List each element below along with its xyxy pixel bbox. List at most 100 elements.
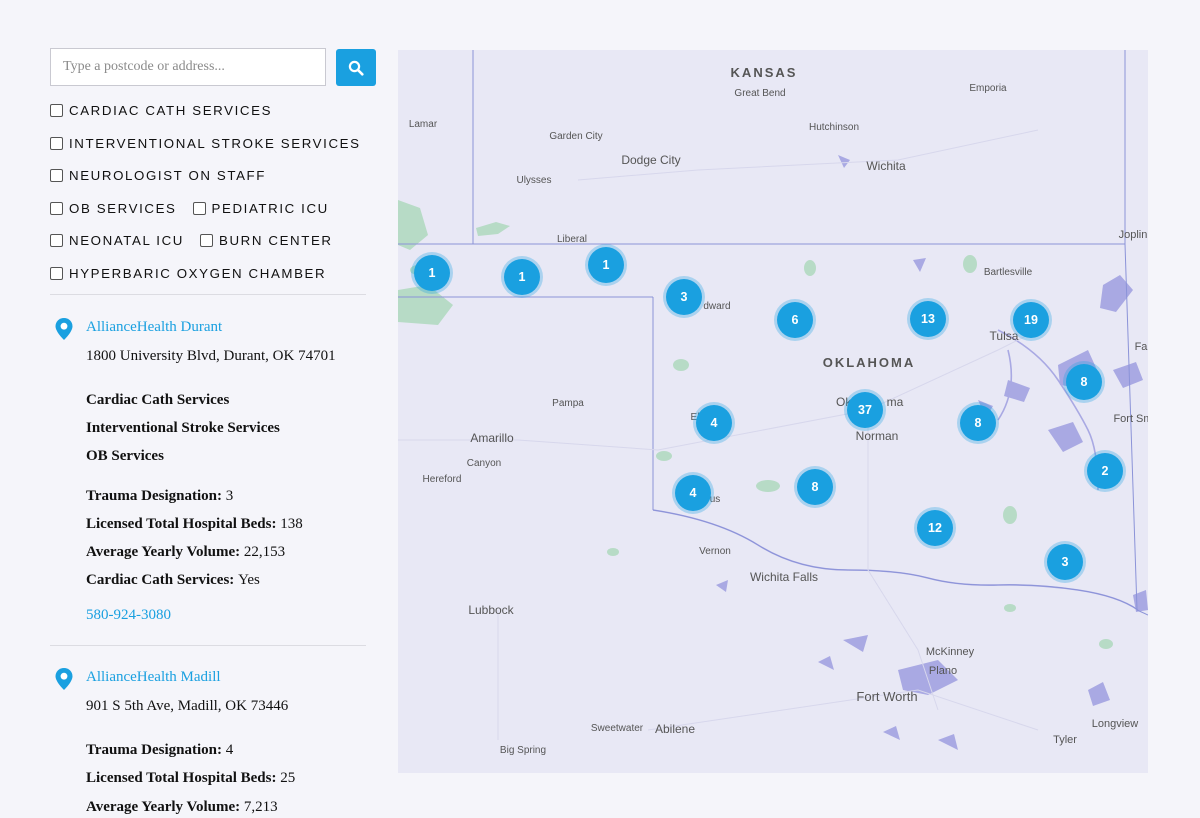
filter-checkbox-interventional-stroke[interactable]: Interventional Stroke Services (50, 136, 361, 151)
cluster-count: 2 (1087, 453, 1123, 489)
filter-checkbox-hyperbaric[interactable]: Hyperbaric Oxygen Chamber (50, 266, 326, 281)
location-pin-icon (55, 317, 73, 340)
filter-label: Neonatal ICU (69, 233, 184, 249)
map[interactable]: KANSAS OKLAHOMA Great Bend Emporia Lamar… (398, 50, 1148, 773)
map-cluster-marker[interactable]: 1 (585, 244, 627, 286)
city-label: Norman (856, 429, 899, 443)
filter-checkbox-ob-services[interactable]: OB Services (50, 201, 177, 216)
cluster-count: 6 (777, 302, 813, 338)
cluster-count: 8 (797, 469, 833, 505)
filter-list: Cardiac Cath Services Interventional Str… (50, 103, 380, 288)
map-cluster-marker[interactable]: 19 (1010, 299, 1052, 341)
map-cluster-marker[interactable]: 8 (957, 402, 999, 444)
city-label: Longview (1092, 718, 1139, 730)
filter-checkbox-neonatal-icu[interactable]: Neonatal ICU (50, 233, 184, 248)
stat-value: 4 (225, 742, 234, 759)
map-cluster-marker[interactable]: 8 (794, 466, 836, 508)
checkbox-box[interactable] (50, 136, 63, 150)
cluster-count: 13 (910, 301, 946, 337)
city-label: Hutchinson (809, 122, 859, 133)
filter-label: Interventional Stroke Services (69, 135, 361, 151)
stat-row: Cardiac Cath Services: Yes (86, 566, 380, 594)
city-label: Abilene (655, 722, 695, 736)
stat-row: Average Yearly Volume: 22,153 (86, 538, 380, 566)
hospital-name-link[interactable]: AllianceHealth Durant (86, 318, 380, 336)
city-label: Pampa (552, 398, 584, 409)
checkbox-box[interactable] (192, 201, 206, 215)
filter-row: Interventional Stroke Services (50, 136, 380, 169)
stat-label: Average Yearly Volume: (86, 798, 241, 815)
stat-value: 22,153 (243, 543, 286, 560)
stat-label: Average Yearly Volume: (86, 543, 241, 560)
filter-label: Cardiac Cath Services (69, 103, 273, 118)
map-cluster-marker[interactable]: 1 (411, 252, 453, 294)
hospital-name-link[interactable]: AllianceHealth Madill (86, 668, 380, 686)
filter-row: Cardiac Cath Services (50, 103, 380, 136)
hospital-stats: Trauma Designation: 4 Licensed Total Hos… (86, 736, 380, 818)
city-label: Lubbock (468, 603, 514, 617)
city-label: Bartlesville (984, 267, 1033, 278)
hospital-stats: Trauma Designation: 3 Licensed Total Hos… (86, 482, 380, 595)
city-label: Canyon (467, 458, 501, 469)
map-cluster-marker[interactable]: 4 (693, 402, 735, 444)
service-item: Cardiac Cath Services (86, 391, 230, 408)
service-item: OB Services (86, 448, 164, 465)
filter-label: Pediatric ICU (211, 200, 329, 216)
city-label: Big Spring (500, 745, 546, 756)
filter-label: Hyperbaric Oxygen Chamber (69, 265, 327, 281)
search-icon (348, 60, 364, 76)
map-cluster-marker[interactable]: 1 (501, 256, 543, 298)
map-cluster-marker[interactable]: 37 (844, 389, 886, 431)
filter-checkbox-neurologist[interactable]: Neurologist on Staff (50, 168, 266, 183)
filter-checkbox-pediatric-icu[interactable]: Pediatric ICU (192, 200, 329, 216)
map-cluster-marker[interactable]: 13 (907, 298, 949, 340)
city-label: McKinney (926, 646, 975, 658)
checkbox-box[interactable] (50, 104, 63, 117)
city-label: Fort Worth (856, 689, 917, 704)
filter-checkbox-cardiac-cath[interactable]: Cardiac Cath Services (50, 103, 272, 118)
city-label: Amarillo (470, 431, 514, 445)
stat-row: Trauma Designation: 3 (86, 482, 380, 510)
stat-label: Cardiac Cath Services: (86, 572, 235, 589)
filter-label: Neurologist on Staff (69, 168, 266, 184)
checkbox-box[interactable] (50, 201, 63, 215)
filter-row: Neonatal ICU Burn Center (50, 233, 380, 266)
filter-label: Burn Center (219, 233, 333, 249)
map-cluster-marker[interactable]: 8 (1063, 361, 1105, 403)
cluster-count: 12 (917, 510, 953, 546)
stat-value: 3 (225, 487, 234, 504)
stat-label: Trauma Designation: (86, 487, 222, 504)
hospital-phone-link[interactable]: 580-924-3080 (86, 606, 380, 624)
stat-row: Average Yearly Volume: 7,213 (86, 793, 380, 818)
city-label: Wichita (866, 159, 906, 173)
search-input[interactable] (50, 48, 326, 86)
city-label: Vernon (699, 546, 731, 557)
map-cluster-marker[interactable]: 6 (774, 299, 816, 341)
cluster-count: 19 (1013, 302, 1049, 338)
search-button[interactable] (336, 49, 376, 86)
map-cluster-marker[interactable]: 4 (672, 472, 714, 514)
stat-value: Yes (238, 572, 260, 589)
service-item: Interventional Stroke Services (86, 420, 280, 437)
stat-label: Licensed Total Hospital Beds: (86, 515, 277, 532)
map-cluster-marker[interactable]: 12 (914, 507, 956, 549)
map-cluster-marker[interactable]: 3 (663, 276, 705, 318)
cluster-count: 4 (696, 405, 732, 441)
map-cluster-marker[interactable]: 3 (1044, 541, 1086, 583)
stat-row: Trauma Designation: 4 (86, 736, 380, 764)
filter-checkbox-burn-center[interactable]: Burn Center (200, 233, 333, 248)
city-label: Lamar (409, 119, 438, 130)
map-base[interactable]: KANSAS OKLAHOMA Great Bend Emporia Lamar… (398, 50, 1148, 773)
checkbox-box[interactable] (50, 169, 63, 183)
city-label: Joplin (1119, 229, 1148, 241)
checkbox-box[interactable] (50, 234, 63, 248)
hospital-card: AllianceHealth Durant 1800 University Bl… (50, 317, 380, 624)
city-label: Garden City (549, 131, 602, 142)
checkbox-box[interactable] (200, 234, 213, 248)
hospital-services: Cardiac Cath Services Interventional Str… (86, 386, 380, 471)
hospital-card: AllianceHealth Madill 901 S 5th Ave, Mad… (50, 668, 380, 818)
checkbox-box[interactable] (50, 266, 63, 280)
cluster-count: 3 (666, 279, 702, 315)
map-cluster-marker[interactable]: 2 (1084, 450, 1126, 492)
cluster-count: 1 (414, 255, 450, 291)
